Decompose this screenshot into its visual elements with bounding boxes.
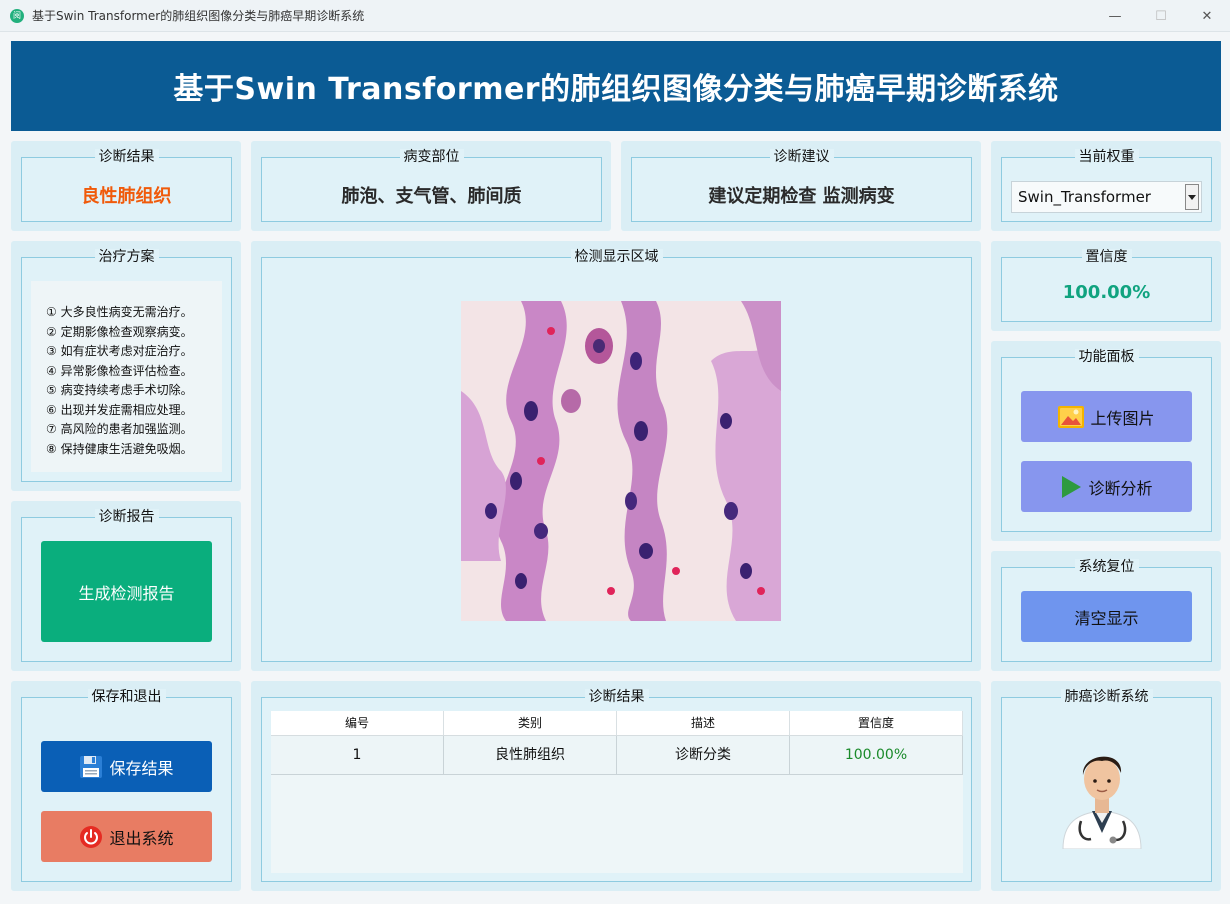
image-icon	[1058, 405, 1085, 428]
system-reset-group: 系统复位 清空显示	[1001, 559, 1212, 662]
treatment-item: ⑧ 保持健康生活避免吸烟。	[46, 441, 193, 456]
weight-select[interactable]: Swin_Transformer	[1011, 181, 1202, 213]
confidence-value: 100.00%	[1062, 282, 1151, 303]
clear-display-button[interactable]: 清空显示	[1021, 591, 1192, 642]
diagnosis-advice-group: 诊断建议 建议定期检查 监测病变	[631, 149, 972, 222]
results-table-group: 诊断结果 编号 类别 描述 置信度 1 良性肺组织 诊断分类 100.00%	[261, 689, 972, 882]
app-icon: 阅	[10, 8, 24, 23]
weight-select-value: Swin_Transformer	[1018, 188, 1151, 206]
doctor-avatar	[1059, 743, 1145, 850]
exit-system-button[interactable]: 退出系统	[41, 811, 212, 862]
power-icon	[79, 825, 103, 849]
diagnosis-result-group: 诊断结果 良性肺组织	[21, 149, 232, 222]
play-icon	[1060, 475, 1082, 499]
column-header[interactable]: 类别	[444, 711, 617, 735]
dropdown-arrow-icon[interactable]	[1185, 184, 1199, 210]
cell-id: 1	[271, 736, 444, 774]
treatment-group: 治疗方案 ① 大多良性病变无需治疗。 ② 定期影像检查观察病变。 ③ 如有症状考…	[21, 249, 232, 482]
treatment-item: ⑥ 出现并发症需相应处理。	[46, 402, 193, 417]
treatment-item: ② 定期影像检查观察病变。	[46, 324, 193, 339]
diagnose-analyze-button[interactable]: 诊断分析	[1021, 461, 1192, 512]
current-weight-title: 当前权重	[1074, 149, 1139, 165]
treatment-item: ⑤ 病变持续考虑手术切除。	[46, 383, 193, 397]
maximize-button[interactable]: ☐	[1138, 0, 1184, 32]
system-group: 肺癌诊断系统	[1001, 689, 1212, 882]
banner-title: 基于Swin Transformer的肺组织图像分类与肺癌早期诊断系统	[173, 72, 1059, 107]
confidence-group: 置信度 100.00%	[1001, 249, 1212, 322]
lesion-location-group: 病变部位 肺泡、支气管、肺间质	[261, 149, 602, 222]
confidence-title: 置信度	[1081, 249, 1132, 265]
diagnosis-result-value: 良性肺组织	[81, 186, 172, 207]
system-title: 肺癌诊断系统	[1060, 689, 1153, 705]
close-button[interactable]: ✕	[1184, 0, 1230, 32]
diagnose-analyze-label: 诊断分析	[1088, 478, 1153, 498]
results-table-title: 诊断结果	[584, 689, 649, 705]
column-header[interactable]: 编号	[271, 711, 444, 735]
window-titlebar: 阅 基于Swin Transformer的肺组织图像分类与肺癌早期诊断系统 — …	[0, 0, 1230, 32]
column-header[interactable]: 描述	[617, 711, 790, 735]
lesion-location-value: 肺泡、支气管、肺间质	[341, 186, 522, 207]
system-reset-title: 系统复位	[1074, 559, 1139, 575]
save-results-label: 保存结果	[109, 758, 174, 778]
treatment-item: ⑦ 高风险的患者加强监测。	[46, 422, 193, 436]
function-panel-group: 功能面板 上传图片 诊断分析	[1001, 349, 1212, 532]
treatment-item: ① 大多良性病变无需治疗。	[46, 305, 193, 319]
display-area-title: 检测显示区域	[570, 249, 663, 265]
current-weight-group: 当前权重 Swin_Transformer	[1001, 149, 1212, 222]
save-exit-group: 保存和退出 保存结果 退出系统	[21, 689, 232, 882]
minimize-button[interactable]: —	[1092, 0, 1138, 32]
treatment-list: ① 大多良性病变无需治疗。 ② 定期影像检查观察病变。 ③ 如有症状考虑对症治疗…	[31, 281, 222, 472]
function-panel-title: 功能面板	[1074, 349, 1139, 365]
table-header: 编号 类别 描述 置信度	[271, 711, 963, 736]
diagnosis-advice-value: 建议定期检查 监测病变	[708, 186, 895, 207]
histology-image	[461, 301, 781, 621]
report-group: 诊断报告 生成检测报告	[21, 509, 232, 662]
generate-report-button[interactable]: 生成检测报告	[41, 541, 212, 642]
cell-category: 良性肺组织	[444, 736, 617, 774]
display-area-group: 检测显示区域	[261, 249, 972, 662]
diagnosis-advice-title: 诊断建议	[769, 149, 834, 165]
window-title: 基于Swin Transformer的肺组织图像分类与肺癌早期诊断系统	[32, 9, 365, 23]
header-banner: 基于Swin Transformer的肺组织图像分类与肺癌早期诊断系统	[11, 41, 1221, 131]
treatment-item: ④ 异常影像检查评估检查。	[46, 363, 193, 378]
treatment-title: 治疗方案	[94, 249, 159, 265]
results-table: 编号 类别 描述 置信度 1 良性肺组织 诊断分类 100.00%	[271, 711, 963, 873]
upload-image-label: 上传图片	[1090, 408, 1155, 428]
floppy-icon	[79, 755, 103, 779]
exit-system-label: 退出系统	[109, 828, 174, 848]
cell-description: 诊断分类	[617, 736, 790, 774]
column-header[interactable]: 置信度	[790, 711, 963, 735]
lesion-location-title: 病变部位	[399, 149, 464, 165]
save-exit-title: 保存和退出	[87, 689, 166, 705]
window-controls: — ☐ ✕	[1092, 0, 1230, 32]
treatment-item: ③ 如有症状考虑对症治疗。	[46, 344, 193, 358]
diagnosis-result-title: 诊断结果	[94, 149, 159, 165]
save-results-button[interactable]: 保存结果	[41, 741, 212, 792]
cell-confidence: 100.00%	[790, 736, 963, 774]
table-row[interactable]: 1 良性肺组织 诊断分类 100.00%	[271, 736, 963, 775]
report-title: 诊断报告	[94, 509, 159, 525]
upload-image-button[interactable]: 上传图片	[1021, 391, 1192, 442]
